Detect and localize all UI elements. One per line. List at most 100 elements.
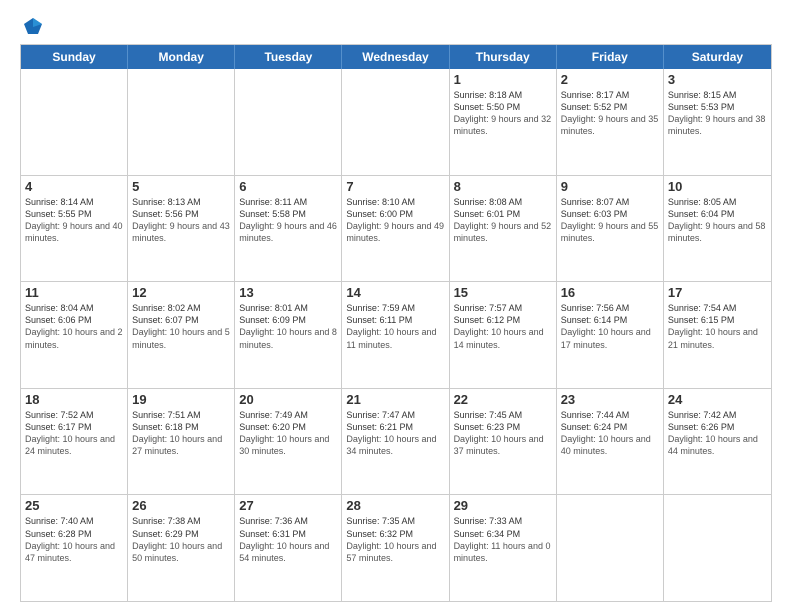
calendar-cell: [235, 69, 342, 175]
cell-date-number: 26: [132, 498, 230, 513]
calendar-cell: 22Sunrise: 7:45 AMSunset: 6:23 PMDayligh…: [450, 389, 557, 495]
cell-sun-info: Sunrise: 8:18 AMSunset: 5:50 PMDaylight:…: [454, 89, 552, 138]
cell-date-number: 12: [132, 285, 230, 300]
cell-sun-info: Sunrise: 7:49 AMSunset: 6:20 PMDaylight:…: [239, 409, 337, 458]
cell-date-number: 16: [561, 285, 659, 300]
cell-date-number: 11: [25, 285, 123, 300]
calendar-cell: [557, 495, 664, 601]
cell-sun-info: Sunrise: 8:14 AMSunset: 5:55 PMDaylight:…: [25, 196, 123, 245]
cell-sun-info: Sunrise: 8:05 AMSunset: 6:04 PMDaylight:…: [668, 196, 767, 245]
calendar-cell: 21 Sunrise: 7:47 AMSunset: 6:21 PMDayligh…: [342, 389, 449, 495]
cell-date-number: 18: [25, 392, 123, 407]
calendar-cell: 5Sunrise: 8:13 AMSunset: 5:56 PMDaylight…: [128, 176, 235, 282]
logo-flag-icon: [22, 16, 44, 38]
cell-date-number: 8: [454, 179, 552, 194]
calendar-row-5: 25 Sunrise: 7:40 AMSunset: 6:28 PMDayligh…: [21, 495, 771, 601]
logo: [20, 16, 44, 34]
cell-date-number: 5: [132, 179, 230, 194]
calendar-cell: 6 Sunrise: 8:11 AMSunset: 5:58 PMDaylight…: [235, 176, 342, 282]
cell-date-number: 28: [346, 498, 444, 513]
calendar-row-1: 1 Sunrise: 8:18 AMSunset: 5:50 PMDaylight…: [21, 69, 771, 176]
calendar-row-2: 4Sunrise: 8:14 AMSunset: 5:55 PMDaylight…: [21, 176, 771, 283]
cell-sun-info: Sunrise: 7:57 AMSunset: 6:12 PMDaylight:…: [454, 302, 552, 351]
calendar-cell: 27 Sunrise: 7:36 AMSunset: 6:31 PMDayligh…: [235, 495, 342, 601]
calendar-cell: [342, 69, 449, 175]
calendar-cell: 28 Sunrise: 7:35 AMSunset: 6:32 PMDayligh…: [342, 495, 449, 601]
cell-date-number: 25: [25, 498, 123, 513]
calendar-cell: 29 Sunrise: 7:33 AMSunset: 6:34 PMDayligh…: [450, 495, 557, 601]
cell-sun-info: Sunrise: 8:04 AMSunset: 6:06 PMDaylight:…: [25, 302, 123, 351]
cell-sun-info: Sunrise: 7:51 AMSunset: 6:18 PMDaylight:…: [132, 409, 230, 458]
weekday-header-friday: Friday: [557, 45, 664, 69]
cell-sun-info: Sunrise: 7:45 AMSunset: 6:23 PMDaylight:…: [454, 409, 552, 458]
cell-date-number: 23: [561, 392, 659, 407]
cell-sun-info: Sunrise: 7:42 AMSunset: 6:26 PMDaylight:…: [668, 409, 767, 458]
cell-sun-info: Sunrise: 7:44 AMSunset: 6:24 PMDaylight:…: [561, 409, 659, 458]
calendar-cell: 14 Sunrise: 7:59 AMSunset: 6:11 PMDayligh…: [342, 282, 449, 388]
calendar-cell: 9 Sunrise: 8:07 AMSunset: 6:03 PMDaylight…: [557, 176, 664, 282]
cell-sun-info: Sunrise: 8:01 AMSunset: 6:09 PMDaylight:…: [239, 302, 337, 351]
cell-date-number: 20: [239, 392, 337, 407]
calendar-cell: 7Sunrise: 8:10 AMSunset: 6:00 PMDaylight…: [342, 176, 449, 282]
calendar-cell: 3 Sunrise: 8:15 AMSunset: 5:53 PMDaylight…: [664, 69, 771, 175]
cell-date-number: 21: [346, 392, 444, 407]
cell-date-number: 9: [561, 179, 659, 194]
calendar-cell: 11 Sunrise: 8:04 AMSunset: 6:06 PMDayligh…: [21, 282, 128, 388]
calendar-row-3: 11 Sunrise: 8:04 AMSunset: 6:06 PMDayligh…: [21, 282, 771, 389]
calendar-cell: 4Sunrise: 8:14 AMSunset: 5:55 PMDaylight…: [21, 176, 128, 282]
cell-sun-info: Sunrise: 7:54 AMSunset: 6:15 PMDaylight:…: [668, 302, 767, 351]
calendar-body: 1 Sunrise: 8:18 AMSunset: 5:50 PMDaylight…: [21, 69, 771, 601]
calendar-cell: 10 Sunrise: 8:05 AMSunset: 6:04 PMDayligh…: [664, 176, 771, 282]
header: [20, 16, 772, 34]
cell-date-number: 17: [668, 285, 767, 300]
calendar-cell: 16 Sunrise: 7:56 AMSunset: 6:14 PMDayligh…: [557, 282, 664, 388]
cell-date-number: 19: [132, 392, 230, 407]
calendar-cell: 23 Sunrise: 7:44 AMSunset: 6:24 PMDayligh…: [557, 389, 664, 495]
cell-sun-info: Sunrise: 8:08 AMSunset: 6:01 PMDaylight:…: [454, 196, 552, 245]
calendar-cell: 25 Sunrise: 7:40 AMSunset: 6:28 PMDayligh…: [21, 495, 128, 601]
calendar: SundayMondayTuesdayWednesdayThursdayFrid…: [20, 44, 772, 602]
page: SundayMondayTuesdayWednesdayThursdayFrid…: [0, 0, 792, 612]
weekday-header-tuesday: Tuesday: [235, 45, 342, 69]
calendar-cell: 1 Sunrise: 8:18 AMSunset: 5:50 PMDaylight…: [450, 69, 557, 175]
cell-sun-info: Sunrise: 8:11 AMSunset: 5:58 PMDaylight:…: [239, 196, 337, 245]
calendar-cell: 19 Sunrise: 7:51 AMSunset: 6:18 PMDayligh…: [128, 389, 235, 495]
calendar-cell: 18Sunrise: 7:52 AMSunset: 6:17 PMDayligh…: [21, 389, 128, 495]
calendar-cell: [664, 495, 771, 601]
cell-sun-info: Sunrise: 7:59 AMSunset: 6:11 PMDaylight:…: [346, 302, 444, 351]
calendar-cell: 24 Sunrise: 7:42 AMSunset: 6:26 PMDayligh…: [664, 389, 771, 495]
cell-sun-info: Sunrise: 7:56 AMSunset: 6:14 PMDaylight:…: [561, 302, 659, 351]
calendar-cell: [21, 69, 128, 175]
cell-date-number: 6: [239, 179, 337, 194]
weekday-header-monday: Monday: [128, 45, 235, 69]
calendar-cell: 12Sunrise: 8:02 AMSunset: 6:07 PMDayligh…: [128, 282, 235, 388]
cell-date-number: 13: [239, 285, 337, 300]
calendar-cell: 13 Sunrise: 8:01 AMSunset: 6:09 PMDayligh…: [235, 282, 342, 388]
cell-sun-info: Sunrise: 7:47 AMSunset: 6:21 PMDaylight:…: [346, 409, 444, 458]
cell-sun-info: Sunrise: 7:38 AMSunset: 6:29 PMDaylight:…: [132, 515, 230, 564]
cell-sun-info: Sunrise: 8:15 AMSunset: 5:53 PMDaylight:…: [668, 89, 767, 138]
cell-date-number: 7: [346, 179, 444, 194]
cell-sun-info: Sunrise: 8:07 AMSunset: 6:03 PMDaylight:…: [561, 196, 659, 245]
cell-date-number: 14: [346, 285, 444, 300]
cell-date-number: 29: [454, 498, 552, 513]
cell-sun-info: Sunrise: 7:35 AMSunset: 6:32 PMDaylight:…: [346, 515, 444, 564]
cell-date-number: 27: [239, 498, 337, 513]
cell-sun-info: Sunrise: 7:36 AMSunset: 6:31 PMDaylight:…: [239, 515, 337, 564]
cell-date-number: 24: [668, 392, 767, 407]
weekday-header-sunday: Sunday: [21, 45, 128, 69]
calendar-cell: 26 Sunrise: 7:38 AMSunset: 6:29 PMDayligh…: [128, 495, 235, 601]
calendar-cell: 8 Sunrise: 8:08 AMSunset: 6:01 PMDaylight…: [450, 176, 557, 282]
cell-date-number: 1: [454, 72, 552, 87]
calendar-row-4: 18Sunrise: 7:52 AMSunset: 6:17 PMDayligh…: [21, 389, 771, 496]
cell-date-number: 15: [454, 285, 552, 300]
calendar-cell: 17 Sunrise: 7:54 AMSunset: 6:15 PMDayligh…: [664, 282, 771, 388]
cell-date-number: 10: [668, 179, 767, 194]
cell-date-number: 2: [561, 72, 659, 87]
cell-sun-info: Sunrise: 8:17 AMSunset: 5:52 PMDaylight:…: [561, 89, 659, 138]
cell-date-number: 3: [668, 72, 767, 87]
cell-sun-info: Sunrise: 7:40 AMSunset: 6:28 PMDaylight:…: [25, 515, 123, 564]
cell-sun-info: Sunrise: 7:33 AMSunset: 6:34 PMDaylight:…: [454, 515, 552, 564]
weekday-header-wednesday: Wednesday: [342, 45, 449, 69]
calendar-cell: 15 Sunrise: 7:57 AMSunset: 6:12 PMDayligh…: [450, 282, 557, 388]
